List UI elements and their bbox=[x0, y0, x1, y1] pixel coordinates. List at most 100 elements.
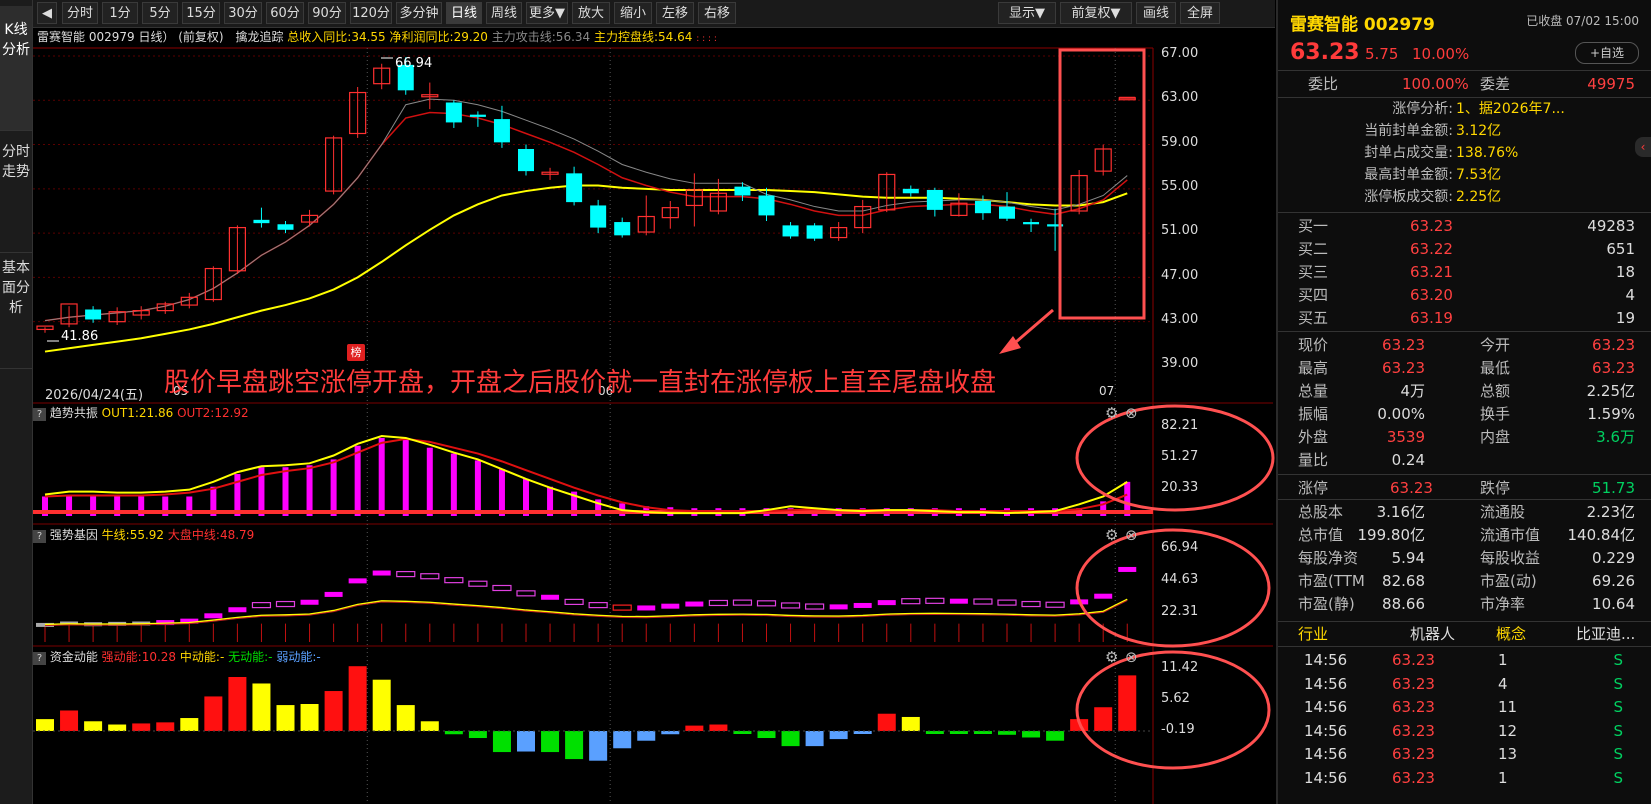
fund-bar bbox=[228, 677, 247, 731]
gene-body bbox=[516, 590, 536, 597]
bid-row[interactable]: 买一 63.23 49283 bbox=[1278, 214, 1651, 238]
toolbar-button[interactable]: 画线 bbox=[1136, 2, 1176, 24]
bid-label: 买五 bbox=[1298, 309, 1329, 327]
stat-label: 最高 bbox=[1298, 359, 1329, 377]
panel1-out2: OUT2:12.92 bbox=[177, 406, 249, 420]
period-button[interactable]: 5分 bbox=[142, 2, 178, 24]
toolbar-button[interactable]: 显示▼ bbox=[998, 2, 1056, 24]
period-button[interactable]: 右移 bbox=[698, 2, 736, 24]
tick-time: 14:56 bbox=[1304, 651, 1348, 669]
close-icon[interactable]: ⊗ bbox=[1125, 526, 1138, 544]
gene-body bbox=[877, 600, 896, 606]
stock-name-code: 雷赛智能 002979 bbox=[1290, 15, 1435, 35]
gene-body bbox=[1094, 593, 1113, 599]
limit-analysis-label: 最高封单金额: bbox=[1364, 167, 1453, 183]
period-button[interactable]: 左移 bbox=[656, 2, 694, 24]
collapse-arrow-icon[interactable]: ‹ bbox=[1635, 137, 1651, 157]
gene-body bbox=[420, 573, 440, 580]
x-tick-jul: 07 bbox=[1099, 384, 1115, 398]
gene-body bbox=[637, 605, 656, 611]
tick-row: 14:56 63.23 1 S bbox=[1278, 766, 1651, 790]
tab-time-sharing[interactable]: 分时走势 bbox=[0, 130, 32, 253]
period-button[interactable]: 30分 bbox=[224, 2, 262, 24]
toolbar-button[interactable]: 前复权▼ bbox=[1060, 2, 1132, 24]
tick-volume: 11 bbox=[1498, 698, 1518, 716]
weibi-label: 委比 bbox=[1308, 75, 1339, 93]
period-button[interactable]: 更多▼ bbox=[526, 2, 568, 24]
fund-bar bbox=[781, 731, 800, 747]
bid-row[interactable]: 买三 63.21 18 bbox=[1278, 260, 1651, 284]
fund-bar bbox=[300, 704, 319, 731]
trend-bar bbox=[426, 447, 433, 516]
fundamental-row: 市盈(静) 88.66 市净率 10.64 bbox=[1278, 592, 1651, 616]
toolbar-button[interactable]: 全屏 bbox=[1180, 2, 1220, 24]
stat-label: 最低 bbox=[1480, 359, 1511, 377]
limit-analysis-value: 3.12亿 bbox=[1456, 123, 1502, 139]
fund-bar bbox=[805, 731, 824, 747]
bid-volume: 18 bbox=[1615, 263, 1635, 281]
stock-title: 雷赛智能 002979 日线） (前复权) bbox=[37, 30, 224, 44]
tick-side: S bbox=[1613, 698, 1623, 716]
period-button[interactable]: 日线 bbox=[446, 2, 482, 24]
help-icon[interactable]: ? bbox=[33, 530, 46, 543]
gene-body bbox=[925, 597, 945, 604]
stat-value: 2.25亿 bbox=[1586, 382, 1635, 400]
fund-bar bbox=[156, 722, 175, 731]
tick-time: 14:56 bbox=[1304, 674, 1348, 693]
ranking-badge[interactable]: 榜 bbox=[347, 344, 365, 361]
tab-kline-analysis[interactable]: K线分析 bbox=[0, 6, 32, 131]
highlight-box bbox=[1058, 48, 1146, 320]
help-icon[interactable]: ? bbox=[33, 408, 46, 421]
back-icon[interactable]: ◀ bbox=[37, 2, 57, 24]
gene-body bbox=[612, 604, 632, 611]
trend-bar bbox=[402, 439, 409, 516]
period-button[interactable]: 放大 bbox=[572, 2, 610, 24]
bid-row[interactable]: 买五 63.19 19 bbox=[1278, 306, 1651, 330]
fund-bar bbox=[901, 716, 920, 731]
tick-time: 14:56 bbox=[1304, 721, 1348, 740]
limit-down-label: 跌停 bbox=[1480, 479, 1511, 497]
divider bbox=[1278, 212, 1651, 213]
fund-bar bbox=[324, 691, 343, 731]
close-icon[interactable]: ⊗ bbox=[1125, 648, 1138, 666]
limit-up-label: 涨停 bbox=[1298, 479, 1329, 497]
period-button[interactable]: 缩小 bbox=[614, 2, 652, 24]
period-button[interactable]: 分时 bbox=[62, 2, 98, 24]
fund-bar bbox=[468, 731, 487, 739]
gear-icon[interactable]: ⚙ bbox=[1105, 648, 1118, 666]
industry-value[interactable]: 机器人 bbox=[1410, 622, 1455, 646]
gear-icon[interactable]: ⚙ bbox=[1105, 404, 1118, 422]
trend-bar bbox=[450, 453, 457, 516]
fund-bar bbox=[998, 731, 1016, 735]
period-button[interactable]: 60分 bbox=[266, 2, 304, 24]
concept-value[interactable]: 比亚迪... bbox=[1576, 622, 1635, 646]
fundamental-value: 88.66 bbox=[1382, 595, 1425, 613]
fundamental-label: 总股本 bbox=[1298, 503, 1344, 521]
panel2-axis-tick: 66.94 bbox=[1161, 540, 1199, 555]
close-icon[interactable]: ⊗ bbox=[1125, 404, 1138, 422]
period-button[interactable]: 周线 bbox=[486, 2, 522, 24]
gear-icon[interactable]: ⚙ bbox=[1105, 526, 1118, 544]
tick-volume: 1 bbox=[1498, 651, 1508, 669]
fundamental-label: 市盈(动) bbox=[1480, 572, 1537, 590]
gene-body bbox=[829, 604, 848, 610]
period-button[interactable]: 1分 bbox=[102, 2, 138, 24]
divider bbox=[1278, 331, 1651, 332]
period-button[interactable]: 120分 bbox=[350, 2, 392, 24]
bid-row[interactable]: 买二 63.22 651 bbox=[1278, 237, 1651, 261]
period-button[interactable]: 多分钟 bbox=[396, 2, 442, 24]
period-button[interactable]: 90分 bbox=[308, 2, 346, 24]
gene-body bbox=[228, 607, 247, 613]
fund-bar bbox=[252, 683, 271, 731]
tab-fundamentals[interactable]: 基本面分析 bbox=[0, 250, 32, 369]
bid-price: 63.22 bbox=[1410, 240, 1453, 258]
add-watchlist-button[interactable]: +自选 bbox=[1575, 42, 1639, 64]
fundamental-label: 流通股 bbox=[1480, 503, 1526, 521]
divider bbox=[1278, 70, 1651, 71]
fund-bar bbox=[396, 705, 415, 731]
tick-time: 14:56 bbox=[1304, 698, 1348, 716]
period-button[interactable]: 15分 bbox=[182, 2, 220, 24]
help-icon[interactable]: ? bbox=[33, 652, 46, 665]
bid-row[interactable]: 买四 63.20 4 bbox=[1278, 283, 1651, 307]
tick-row: 14:56 63.23 1 S bbox=[1278, 648, 1651, 672]
